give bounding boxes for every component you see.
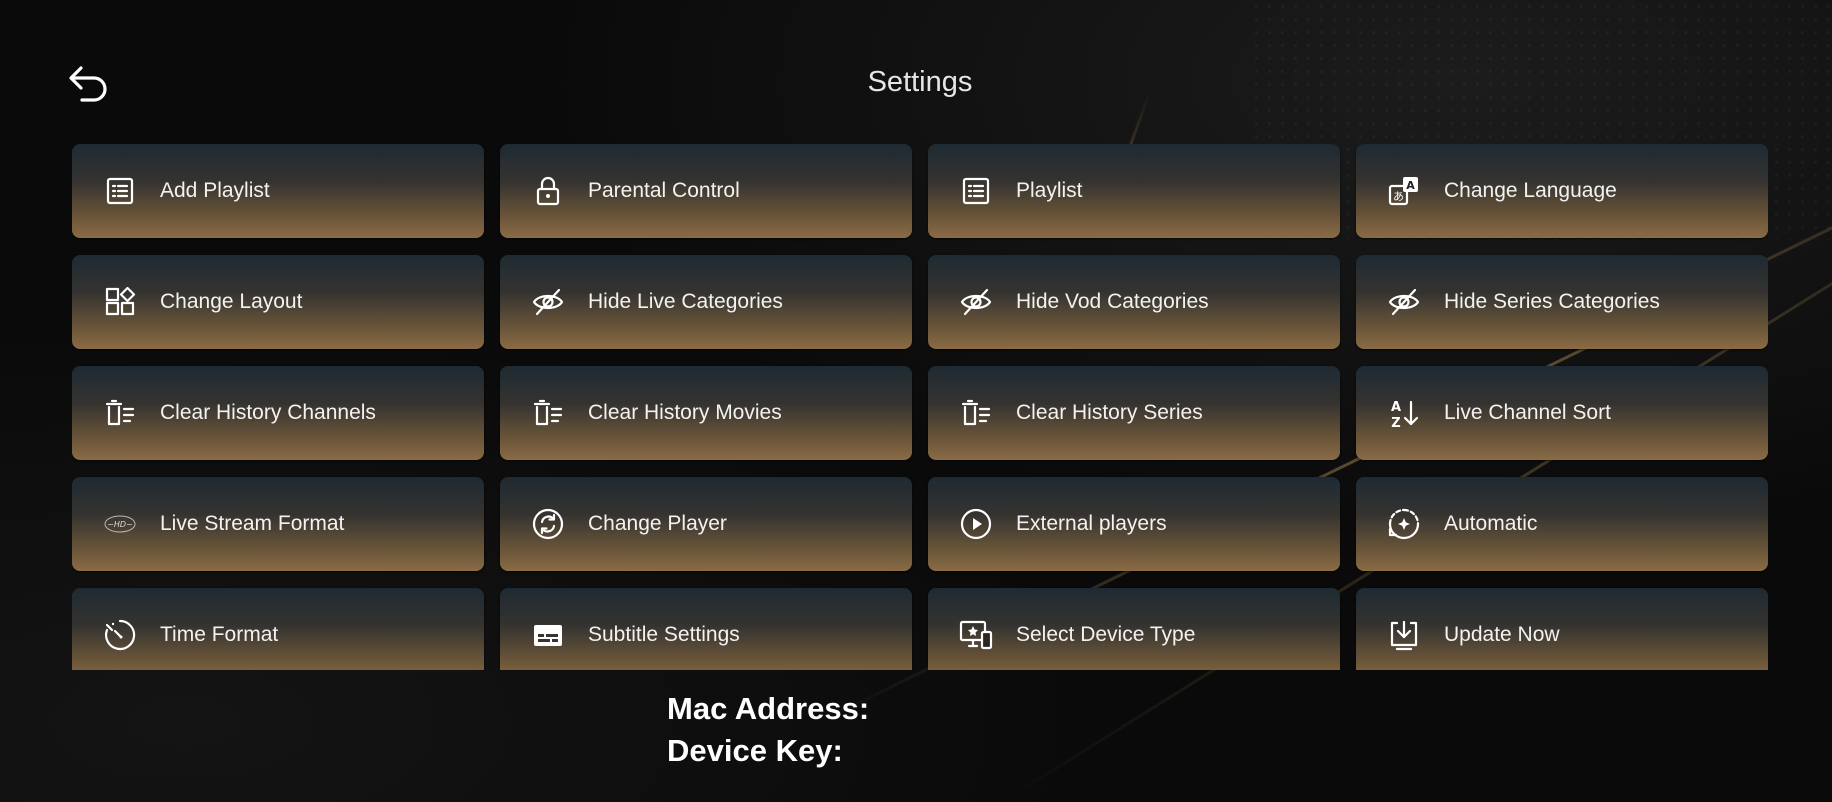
tile-label: Clear History Movies [588, 401, 782, 424]
tile-label: Select Device Type [1016, 623, 1196, 646]
svg-text:あ: あ [1393, 190, 1404, 203]
list-icon [102, 173, 138, 209]
tile-label: Time Format [160, 623, 279, 646]
eye-off-icon [530, 284, 566, 320]
tile-label: Change Language [1444, 179, 1617, 202]
tile-parental-control[interactable]: Parental Control [500, 144, 912, 238]
tile-label: Clear History Series [1016, 401, 1203, 424]
tile-hide-series-categories[interactable]: Hide Series Categories [1356, 255, 1768, 349]
list-icon [958, 173, 994, 209]
page-title: Settings [867, 66, 973, 98]
device-key-row: Device Key: [667, 730, 879, 772]
layout-icon [102, 284, 138, 320]
tile-clear-history-movies[interactable]: Clear History Movies [500, 366, 912, 460]
tile-live-channel-sort[interactable]: A Z Live Channel Sort [1356, 366, 1768, 460]
tile-label: Live Channel Sort [1444, 401, 1611, 424]
sort-az-icon: AZ [1386, 395, 1422, 431]
tile-hide-vod-categories[interactable]: Hide Vod Categories [928, 255, 1340, 349]
trash-list-icon [102, 395, 138, 431]
subtitles-icon [530, 617, 566, 653]
tile-label: External players [1016, 512, 1167, 535]
tile-hide-live-categories[interactable]: Hide Live Categories [500, 255, 912, 349]
device-key-label: Device Key: [667, 733, 843, 768]
tile-clear-history-series[interactable]: Clear History Series [928, 366, 1340, 460]
tile-label: Automatic [1444, 512, 1538, 535]
tile-label: Change Player [588, 512, 727, 535]
trash-list-icon [958, 395, 994, 431]
tile-label: Hide Vod Categories [1016, 290, 1209, 313]
tile-external-players[interactable]: External players [928, 477, 1340, 571]
tile-time-format[interactable]: Time Format [72, 588, 484, 670]
tile-label: Parental Control [588, 179, 740, 202]
devices-icon [958, 617, 994, 653]
download-icon [1386, 617, 1422, 653]
tile-change-language[interactable]: あ A Change Language [1356, 144, 1768, 238]
tile-live-stream-format[interactable]: ~HD~ Live Stream Format [72, 477, 484, 571]
stream-format-icon: ~HD~ [102, 506, 138, 542]
trash-list-icon [530, 395, 566, 431]
tile-change-layout[interactable]: Change Layout [72, 255, 484, 349]
tile-add-playlist[interactable]: Add Playlist [72, 144, 484, 238]
tile-label: Clear History Channels [160, 401, 376, 424]
tile-label: Playlist [1016, 179, 1083, 202]
svg-text:A: A [1406, 179, 1415, 192]
eye-off-icon [958, 284, 994, 320]
settings-grid: Add Playlist Parental Control Playlist あ A Ch… [72, 144, 1768, 670]
lock-icon [530, 173, 566, 209]
auto-icon [1386, 506, 1422, 542]
tile-label: Subtitle Settings [588, 623, 740, 646]
tile-label: Live Stream Format [160, 512, 345, 535]
tile-select-device-type[interactable]: Select Device Type [928, 588, 1340, 670]
mac-address-row: Mac Address: [667, 688, 879, 730]
tile-label: Hide Live Categories [588, 290, 783, 313]
svg-text:Z: Z [1391, 416, 1400, 430]
tile-subtitle-settings[interactable]: Subtitle Settings [500, 588, 912, 670]
mac-address-label: Mac Address: [667, 691, 870, 726]
refresh-circle-icon [530, 506, 566, 542]
tile-clear-history-channels[interactable]: Clear History Channels [72, 366, 484, 460]
tile-update-now[interactable]: Update Now [1356, 588, 1768, 670]
svg-text:~HD~: ~HD~ [107, 520, 133, 529]
tile-automatic[interactable]: Automatic [1356, 477, 1768, 571]
timer-icon [102, 617, 138, 653]
tile-playlist[interactable]: Playlist [928, 144, 1340, 238]
device-info: Mac Address: Device Key: [667, 688, 879, 772]
tile-change-player[interactable]: Change Player [500, 477, 912, 571]
eye-off-icon [1386, 284, 1422, 320]
svg-text:A: A [1391, 400, 1401, 415]
tile-label: Add Playlist [160, 179, 270, 202]
play-circle-icon [958, 506, 994, 542]
tile-label: Change Layout [160, 290, 303, 313]
tile-label: Hide Series Categories [1444, 290, 1660, 313]
tile-label: Update Now [1444, 623, 1560, 646]
translate-icon: あA [1386, 173, 1422, 209]
